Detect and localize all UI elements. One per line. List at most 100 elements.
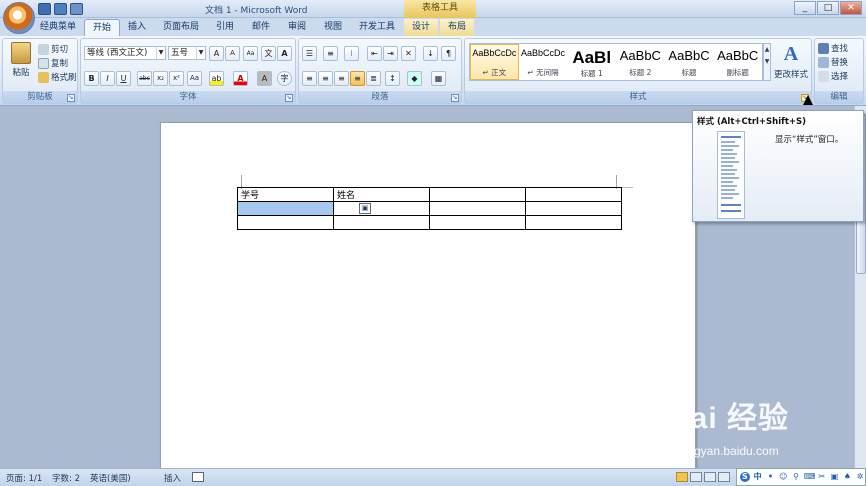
format-painter-button[interactable]: 格式刷 (38, 71, 77, 83)
status-mode[interactable]: 插入 (164, 472, 181, 484)
sort-icon[interactable]: ↓ (423, 46, 438, 61)
table-cell[interactable] (525, 201, 622, 216)
show-marks-icon[interactable]: ¶ (441, 46, 456, 61)
table-cell[interactable] (429, 187, 526, 202)
style-subtitle[interactable]: AaBbC 副标题 (713, 44, 762, 80)
maximize-button[interactable]: □ (817, 1, 839, 15)
table-cell[interactable] (429, 215, 526, 230)
tab-page-layout[interactable]: 页面布局 (158, 19, 204, 36)
distributed-icon[interactable]: ≣ (366, 71, 381, 86)
table-cell-selected[interactable] (237, 201, 334, 216)
ime-logo-icon[interactable]: S (740, 472, 750, 482)
full-screen-view-icon[interactable] (690, 472, 702, 482)
close-button[interactable]: ✕ (840, 1, 862, 15)
shrink-font-button[interactable]: A (225, 46, 240, 61)
phonetic-guide-button[interactable]: 文 (261, 46, 276, 61)
multilevel-list-icon[interactable]: ⁝ (344, 46, 359, 61)
char-border-button[interactable]: A (277, 46, 292, 61)
undo-icon[interactable] (54, 3, 67, 15)
gallery-scroll[interactable]: ▲ ▼ (763, 43, 771, 81)
replace-button[interactable]: 替换 (818, 56, 848, 68)
bullets-icon[interactable]: ☰ (302, 46, 317, 61)
document-page[interactable]: 学号 姓名 ▣ (160, 122, 696, 472)
redo-icon[interactable] (70, 3, 83, 15)
char-shading-button[interactable]: A (257, 71, 272, 86)
clear-format-button[interactable]: Aa (243, 46, 258, 61)
paragraph-launcher-icon[interactable]: ↘ (451, 94, 459, 102)
table-cell[interactable] (429, 201, 526, 216)
tab-layout[interactable]: 布局 (440, 19, 474, 36)
status-words[interactable]: 字数: 2 (52, 472, 80, 484)
style-no-spacing[interactable]: AaBbCcDc ↵ 无间隔 (519, 44, 568, 80)
bold-button[interactable]: B (84, 71, 99, 86)
line-spacing-icon[interactable]: ↕ (385, 71, 400, 86)
select-button[interactable]: 选择 (818, 70, 848, 82)
table-cell[interactable] (333, 215, 430, 230)
align-center-icon[interactable]: ≡ (318, 71, 333, 86)
borders-icon[interactable]: ▦ (431, 71, 446, 86)
ime-keyboard-icon[interactable]: ⌨ (804, 472, 816, 482)
status-page[interactable]: 页面: 1/1 (6, 472, 42, 484)
tab-mailings[interactable]: 邮件 (246, 19, 276, 36)
tab-home[interactable]: 开始 (84, 19, 120, 36)
increase-indent-icon[interactable]: ⇥ (383, 46, 398, 61)
minimize-button[interactable]: _ (794, 1, 816, 15)
status-language[interactable]: 英语(美国) (90, 472, 131, 484)
font-name-select[interactable]: 等线 (西文正文) ▼ (84, 46, 166, 60)
copy-button[interactable]: 复制 (38, 57, 68, 69)
align-left-icon[interactable]: ≡ (302, 71, 317, 86)
paste-button[interactable]: 粘贴 (7, 42, 35, 78)
grow-font-button[interactable]: A (209, 46, 224, 61)
tab-classic-menu[interactable]: 经典菜单 (36, 19, 80, 36)
style-heading-2[interactable]: AaBbC 标题 2 (616, 44, 665, 80)
table-cell[interactable] (525, 215, 622, 230)
decrease-indent-icon[interactable]: ⇤ (367, 46, 382, 61)
ime-punct-icon[interactable]: • (766, 472, 776, 482)
highlight-button[interactable]: ab (209, 71, 224, 86)
style-heading-1[interactable]: AaBl 标题 1 (567, 44, 616, 80)
style-normal[interactable]: AaBbCcDc ↵ 正文 (470, 44, 519, 80)
tab-design[interactable]: 设计 (404, 19, 438, 36)
paste-options-icon[interactable]: ▣ (359, 203, 371, 214)
tab-references[interactable]: 引用 (210, 19, 240, 36)
underline-button[interactable]: U (116, 71, 131, 86)
print-layout-view-icon[interactable] (676, 472, 688, 482)
ime-settings-icon[interactable]: ✲ (855, 472, 865, 482)
clipboard-launcher-icon[interactable]: ↘ (67, 94, 75, 102)
tab-review[interactable]: 审阅 (282, 19, 312, 36)
table-cell[interactable] (525, 187, 622, 202)
tab-insert[interactable]: 插入 (122, 19, 152, 36)
web-view-icon[interactable] (704, 472, 716, 482)
ime-language[interactable]: 中 (753, 472, 763, 482)
style-title[interactable]: AaBbC 标题 (665, 44, 714, 80)
office-button[interactable] (3, 2, 35, 34)
enclose-char-button[interactable]: 字 (277, 71, 292, 86)
ime-skin-icon[interactable]: ▣ (830, 472, 840, 482)
table-cell[interactable] (333, 201, 430, 216)
numbering-icon[interactable]: ≡ (323, 46, 338, 61)
font-launcher-icon[interactable]: ↘ (285, 94, 293, 102)
table-cell[interactable]: 学号 (237, 187, 334, 202)
ime-scissor-icon[interactable]: ✂ (817, 472, 827, 482)
ime-mic-icon[interactable]: ⚲ (791, 472, 801, 482)
table-cell[interactable] (237, 215, 334, 230)
shading-icon[interactable]: ◆ (407, 71, 422, 86)
table-cell[interactable]: 姓名 (333, 187, 430, 202)
ime-smile-icon[interactable]: ☺ (778, 472, 788, 482)
strikethrough-button[interactable]: abc (137, 71, 152, 86)
tab-developer[interactable]: 开发工具 (354, 19, 400, 36)
find-button[interactable]: 查找 (818, 42, 848, 54)
superscript-button[interactable]: x² (169, 71, 184, 86)
subscript-button[interactable]: x₂ (153, 71, 168, 86)
align-right-icon[interactable]: ≡ (334, 71, 349, 86)
font-size-select[interactable]: 五号 ▼ (168, 46, 206, 60)
outline-view-icon[interactable] (718, 472, 730, 482)
change-styles-button[interactable]: A 更改样式 (773, 43, 809, 80)
macro-record-icon[interactable] (192, 472, 204, 482)
justify-icon[interactable]: ≡ (350, 71, 365, 86)
save-icon[interactable] (38, 3, 51, 15)
tab-view[interactable]: 视图 (318, 19, 348, 36)
cut-button[interactable]: 剪切 (38, 43, 68, 55)
change-case-button[interactable]: Aa (187, 71, 202, 86)
ime-shirt-icon[interactable]: ♠ (842, 472, 852, 482)
